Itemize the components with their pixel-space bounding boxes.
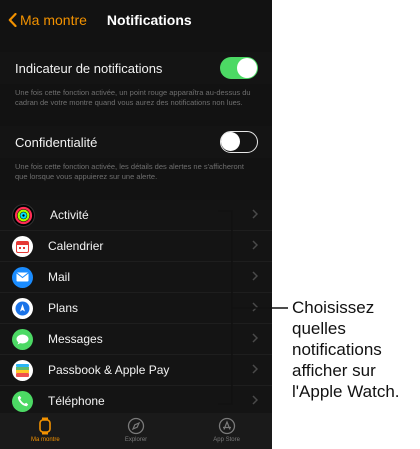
callout-line: Choisissez xyxy=(292,298,375,317)
callout-line: quelles xyxy=(292,319,346,338)
callout-line: afficher sur xyxy=(292,361,376,380)
callout-line: l'Apple Watch. xyxy=(292,382,400,401)
callout-text: Choisissez quelles notifications affiche… xyxy=(292,297,420,402)
callout-line: notifications xyxy=(292,340,382,359)
